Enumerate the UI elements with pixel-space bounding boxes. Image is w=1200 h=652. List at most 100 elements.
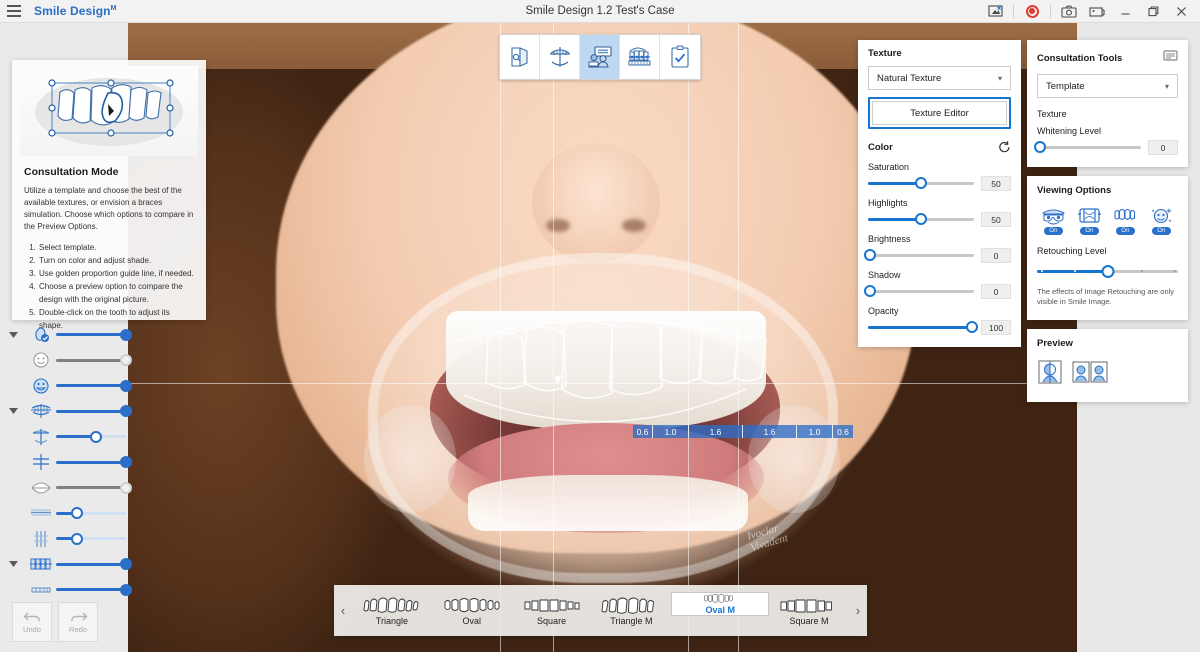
help-step: Choose a preview option to compare the d… (38, 281, 194, 307)
restore-icon[interactable] (1140, 1, 1166, 22)
braces-icon (26, 557, 56, 571)
control-saturation: Saturation 50 (868, 162, 1011, 191)
horizontal-guide-line (128, 383, 1077, 384)
camera-icon[interactable] (1056, 1, 1082, 22)
keyboard-panel-icon[interactable] (1163, 49, 1178, 67)
help-step: Double-click on the tooth to adjust its … (38, 307, 194, 333)
undo-redo-group: Undo Redo (12, 602, 98, 642)
template-select[interactable]: Template ▾ (1037, 74, 1178, 98)
highlights-slider[interactable] (868, 213, 974, 226)
template-label: Oval M (705, 605, 735, 615)
slider-tooth-strip[interactable] (0, 501, 128, 527)
template-item-oval-m[interactable]: Oval M (671, 592, 770, 616)
template-item-square-m[interactable]: Square M (769, 585, 849, 636)
template-label: Triangle M (610, 615, 653, 626)
lips-icon (26, 481, 56, 495)
template-item-triangle-m[interactable]: Triangle M (591, 585, 671, 636)
viewing-options-title: Viewing Options (1037, 185, 1112, 196)
face-icon (26, 351, 56, 369)
template-label: Triangle (375, 615, 408, 626)
slider-braces[interactable] (0, 552, 132, 578)
texture-toggle-row: Texture (1037, 109, 1178, 128)
tool-guide-lines[interactable] (540, 35, 580, 79)
consultation-tools-title: Consultation Tools (1037, 52, 1123, 64)
redo-label: Redo (69, 625, 87, 634)
slider-face-smile[interactable] (0, 373, 132, 399)
redo-button[interactable]: Redo (58, 602, 98, 642)
help-card: Consultation Mode Utilize a template and… (12, 60, 206, 330)
hamburger-icon[interactable] (0, 0, 28, 23)
chevron-down-icon[interactable] (0, 331, 26, 338)
image-icon[interactable] (1084, 1, 1110, 22)
midline-cross-icon (26, 428, 56, 446)
brightness-label: Brightness (868, 234, 911, 244)
viewing-option-retouch[interactable]: On (1145, 206, 1178, 235)
template-item-oval[interactable]: Oval (432, 585, 512, 636)
ratio-cell: 1.0 (653, 425, 689, 438)
texture-editor-button[interactable]: Texture Editor (872, 101, 1007, 125)
slider-teeth-row[interactable] (0, 577, 132, 603)
window-controls (982, 1, 1200, 22)
template-item-square[interactable]: Square (512, 585, 592, 636)
highlights-label: Highlights (868, 198, 908, 208)
reset-icon[interactable] (998, 140, 1011, 155)
viewing-options-panel: Viewing Options On On On On Retouching L… (1027, 176, 1188, 321)
retouching-note: The effects of Image Retouching are only… (1037, 286, 1175, 307)
texture-select[interactable]: Natural Texture ▾ (868, 66, 1011, 90)
record-icon[interactable] (1019, 1, 1045, 22)
shadow-slider[interactable] (864, 285, 974, 298)
whitening-slider[interactable] (1034, 141, 1141, 154)
screen-capture-icon[interactable] (982, 1, 1008, 22)
ratio-cell: 1.6 (689, 425, 743, 438)
shadow-value: 0 (981, 284, 1011, 299)
slider-arch-guide[interactable] (0, 399, 132, 425)
slider-midline-cross[interactable] (0, 424, 128, 450)
minimize-icon[interactable] (1112, 1, 1138, 22)
opacity-slider[interactable] (868, 321, 978, 334)
template-label: Square (537, 615, 567, 626)
grid-cross-icon (26, 453, 56, 471)
color-section-header: Color (868, 140, 1011, 155)
retouching-slider[interactable] (1037, 264, 1178, 278)
help-step: Use golden proportion guide line, if nee… (38, 268, 194, 281)
chevron-down-icon[interactable] (0, 408, 26, 415)
slider-face-plain[interactable] (0, 348, 132, 374)
slider-lips[interactable] (0, 475, 132, 501)
preview-side-by-side[interactable] (1072, 359, 1108, 390)
tool-consultation-mode[interactable] (580, 35, 620, 79)
undo-button[interactable]: Undo (12, 602, 52, 642)
chevron-right-icon[interactable]: › (849, 585, 867, 636)
tool-image-compare[interactable] (500, 35, 540, 79)
preview-split-view[interactable] (1037, 359, 1063, 390)
viewing-option-state: On (1152, 227, 1171, 235)
template-label: Square M (789, 615, 829, 626)
dental-arch-icon (26, 403, 56, 419)
shadow-label: Shadow (868, 270, 901, 280)
close-icon[interactable] (1168, 1, 1194, 22)
tool-checklist[interactable] (660, 35, 700, 79)
viewing-options-icons: On On On On (1037, 206, 1178, 235)
slider-vertical-lines[interactable] (0, 526, 128, 552)
texture-editor-focus-ring: Texture Editor (868, 97, 1011, 129)
viewing-option-state: On (1044, 227, 1063, 235)
whitening-value: 0 (1148, 140, 1178, 155)
help-step: Select template. (38, 242, 194, 255)
saturation-slider[interactable] (868, 177, 974, 190)
toolbar-divider (1013, 4, 1014, 18)
template-item-triangle[interactable]: Triangle (352, 585, 432, 636)
texture-toggle-label: Texture (1037, 109, 1067, 119)
viewing-option-disguise[interactable]: On (1037, 206, 1070, 235)
viewing-option-retractor[interactable]: On (1073, 206, 1106, 235)
tool-braces-simulation[interactable] (620, 35, 660, 79)
template-label: Oval (462, 615, 481, 626)
chevron-left-icon[interactable]: ‹ (334, 585, 352, 636)
toolbar-divider (1050, 4, 1051, 18)
vertical-guide-line (738, 23, 739, 652)
slider-grid-cross[interactable] (0, 450, 132, 476)
help-step: Turn on color and adjust shade. (38, 255, 194, 268)
chevron-down-icon[interactable] (0, 561, 26, 568)
brightness-slider[interactable] (864, 249, 974, 262)
help-steps: Select template. Turn on color and adjus… (38, 242, 194, 333)
saturation-label: Saturation (868, 162, 910, 172)
viewing-option-teeth[interactable]: On (1109, 206, 1142, 235)
